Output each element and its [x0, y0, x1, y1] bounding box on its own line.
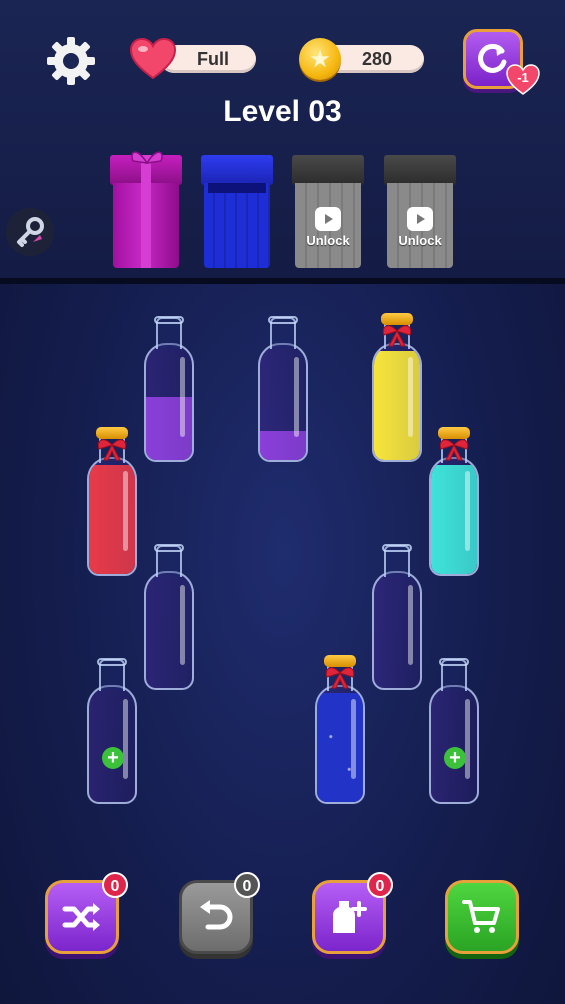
bottle[interactable]: [372, 313, 422, 462]
ribbon-bow-icon: [439, 439, 469, 461]
glass-shine: [180, 357, 185, 437]
bottle-glass: [144, 571, 194, 690]
bottle[interactable]: [315, 655, 365, 804]
liquid: [146, 396, 192, 460]
blue-box[interactable]: [201, 155, 273, 268]
cart-icon: [462, 900, 500, 933]
bottle-glass: [372, 571, 422, 690]
heart-icon: [130, 38, 176, 80]
ribbon-bow-icon: [325, 667, 355, 689]
bottle-neck: [154, 316, 184, 349]
play-video-icon: [315, 207, 341, 231]
bottle[interactable]: [372, 544, 422, 690]
bottle-glass: [429, 457, 479, 576]
key-button[interactable]: [6, 208, 54, 256]
bottle-glass: [315, 685, 365, 804]
bottle[interactable]: [144, 544, 194, 690]
glass-shine: [408, 357, 413, 437]
bottle[interactable]: +: [429, 658, 479, 804]
glass-shine: [465, 471, 470, 551]
restart-cost-badge: -1: [506, 64, 540, 96]
liquid: [260, 431, 306, 460]
unlock-label: Unlock: [306, 233, 350, 248]
liquid: [89, 464, 135, 574]
key-icon: [17, 217, 44, 247]
add-plus-icon[interactable]: +: [102, 747, 124, 769]
restart-cost-label: -1: [517, 70, 529, 85]
restart-icon: [478, 43, 507, 73]
lives-label: Full: [197, 48, 229, 69]
shop-button[interactable]: [445, 880, 519, 954]
liquid: [431, 464, 477, 574]
add-bottle-count-badge: 0: [367, 872, 393, 898]
add-plus-icon[interactable]: +: [444, 747, 466, 769]
undo-icon: [200, 900, 233, 930]
ribbon-bow-icon: [382, 325, 412, 347]
star-coin-icon: ★: [299, 38, 341, 80]
glass-shine: [123, 699, 128, 779]
bottle[interactable]: [429, 427, 479, 576]
locked-box-2[interactable]: Unlock: [384, 155, 456, 268]
level-title: Level 03: [223, 95, 342, 128]
bottle-neck: [382, 544, 412, 577]
bottle[interactable]: [87, 427, 137, 576]
bottle-glass: [87, 457, 137, 576]
bottle-neck: [97, 658, 127, 691]
bottle-neck: [268, 316, 298, 349]
liquid: [317, 692, 363, 802]
play-video-icon: [407, 207, 433, 231]
bottle-glass: [372, 343, 422, 462]
bottle-glass: [144, 343, 194, 462]
glass-shine: [351, 699, 356, 779]
liquid: [374, 350, 420, 460]
bottle[interactable]: +: [87, 658, 137, 804]
bottle[interactable]: [144, 316, 194, 462]
coin-count: 280: [361, 48, 393, 69]
gear-icon[interactable]: [45, 35, 97, 87]
ribbon-bow-icon: [97, 439, 127, 461]
add-bottle-icon: [333, 901, 367, 933]
bottle-glass: [258, 343, 308, 462]
locked-box-1[interactable]: Unlock: [292, 155, 364, 268]
divider: [0, 278, 565, 284]
undo-count-badge: 0: [234, 872, 260, 898]
glass-shine: [294, 357, 299, 437]
glass-shine: [180, 585, 185, 665]
gift-box[interactable]: [110, 151, 182, 268]
shuffle-count-badge: 0: [102, 872, 128, 898]
bottle[interactable]: [258, 316, 308, 462]
bottle-glass: +: [429, 685, 479, 804]
bottle-neck: [439, 658, 469, 691]
bottle-neck: [154, 544, 184, 577]
glass-shine: [123, 471, 128, 551]
glass-shine: [465, 699, 470, 779]
bottle-glass: +: [87, 685, 137, 804]
glass-shine: [408, 585, 413, 665]
shuffle-icon: [62, 903, 100, 931]
unlock-label: Unlock: [398, 233, 442, 248]
